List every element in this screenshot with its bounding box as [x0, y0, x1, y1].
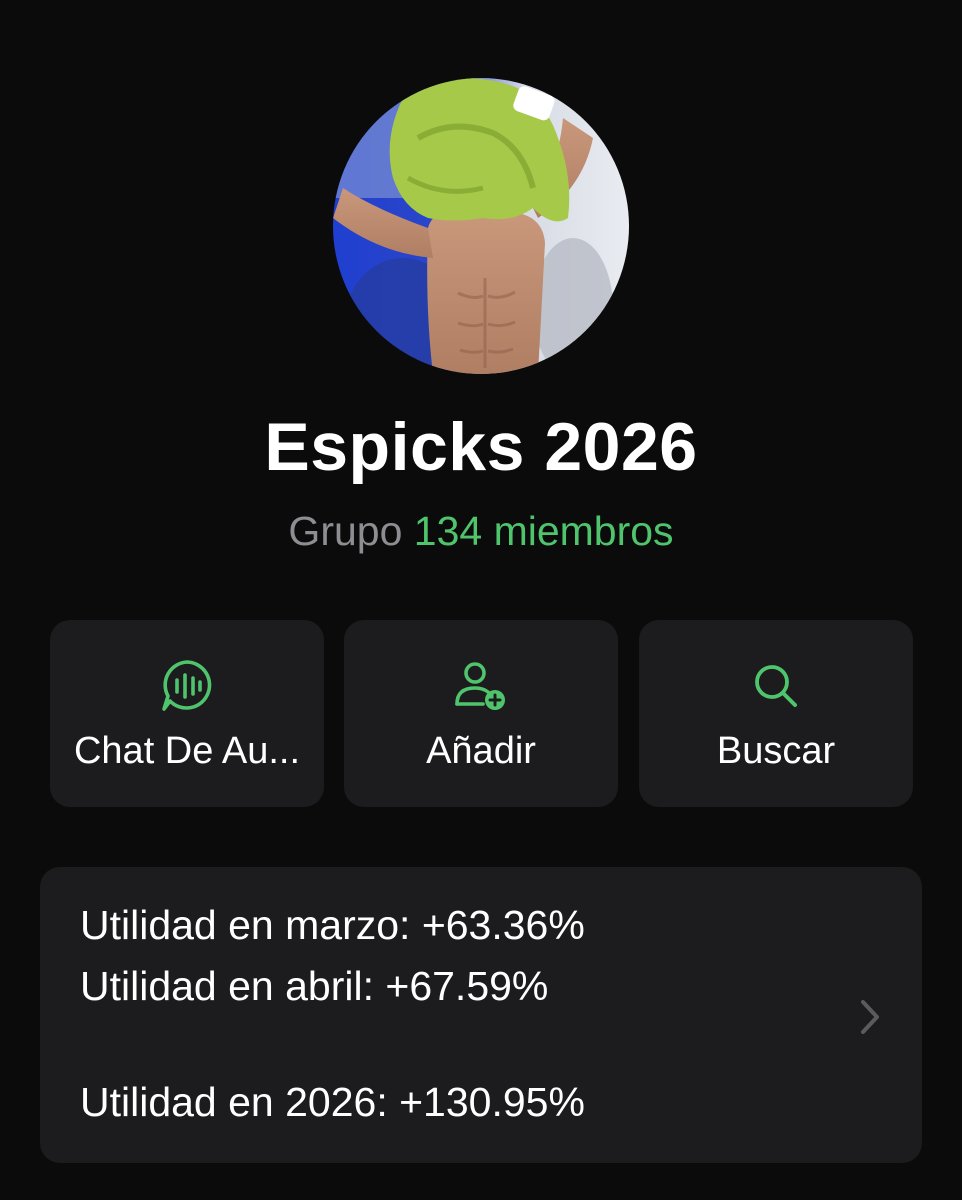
audio-chat-icon	[50, 658, 324, 714]
search-button[interactable]: Buscar	[639, 620, 913, 807]
group-description-card[interactable]: Utilidad en marzo: +63.36% Utilidad en a…	[40, 867, 922, 1163]
add-member-label: Añadir	[426, 730, 536, 772]
search-icon	[639, 658, 913, 714]
group-photo	[333, 78, 629, 374]
add-member-button[interactable]: Añadir	[344, 620, 618, 807]
audio-chat-button[interactable]: Chat De Au...	[50, 620, 324, 807]
audio-chat-label: Chat De Au...	[73, 730, 300, 772]
add-user-icon	[344, 658, 618, 714]
member-count-link[interactable]: 134 miembros	[414, 508, 674, 554]
action-bar: Chat De Au... Añadir Buscar	[50, 620, 913, 807]
chevron-right-icon	[858, 997, 884, 1037]
group-type: Grupo	[288, 508, 403, 554]
description-line-march: Utilidad en marzo: +63.36%	[80, 902, 585, 948]
search-label: Buscar	[716, 730, 836, 772]
group-info-screen: Espicks 2026 Grupo 134 miembros Chat De …	[0, 0, 962, 1200]
group-name: Espicks 2026	[264, 409, 698, 485]
description-line-year: Utilidad en 2026: +130.95%	[80, 1079, 585, 1125]
group-meta: Grupo 134 miembros	[0, 508, 962, 555]
group-avatar[interactable]	[333, 78, 629, 374]
description-line-april: Utilidad en abril: +67.59%	[80, 963, 549, 1009]
